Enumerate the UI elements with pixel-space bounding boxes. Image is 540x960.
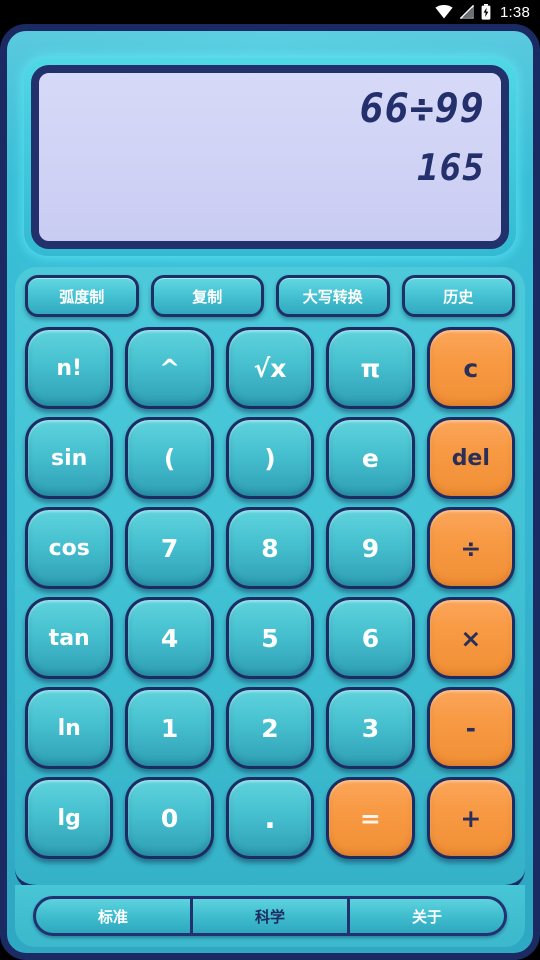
- key-grid: n! ^ √x π c sin() e del cos 7 8 9 ÷ tan 4 5 6 × ln 1 2 3- lg 0.…: [25, 327, 515, 859]
- key-clear[interactable]: c: [426, 327, 515, 409]
- tab-about[interactable]: 关于: [347, 899, 504, 933]
- key-digit-8[interactable]: 8: [225, 507, 315, 589]
- copy-button[interactable]: 复制: [150, 275, 264, 317]
- display-bezel: 66÷99 165: [24, 58, 516, 256]
- key-digit-9[interactable]: 9: [326, 507, 415, 589]
- tab-bar-container: 标准 科学 关于: [15, 885, 525, 947]
- key-digit-3[interactable]: 3: [326, 687, 415, 769]
- key-delete[interactable]: del: [426, 417, 515, 499]
- key-equals[interactable]: =: [326, 777, 415, 859]
- calculator-display[interactable]: 66÷99 165: [31, 65, 509, 249]
- key-ln[interactable]: ln: [25, 687, 114, 769]
- wifi-icon: [435, 5, 453, 19]
- key-multiply[interactable]: ×: [426, 597, 515, 679]
- status-bar: 1:38: [0, 0, 540, 24]
- key-digit-2[interactable]: 2: [225, 687, 315, 769]
- key-factorial[interactable]: n!: [25, 327, 114, 409]
- key-pi[interactable]: π: [326, 327, 415, 409]
- key-digit-5[interactable]: 5: [225, 597, 315, 679]
- calculator-frame: 66÷99 165 弧度制 复制 大写转换 历史 n! ^ √x π c sin() e del co…: [0, 24, 540, 960]
- tab-bar: 标准 科学 关于: [33, 896, 507, 936]
- history-button[interactable]: 历史: [401, 275, 515, 317]
- signal-icon: [460, 5, 474, 19]
- uppercase-convert-button[interactable]: 大写转换: [276, 275, 390, 317]
- key-sqrt[interactable]: √x: [225, 327, 315, 409]
- key-open-paren[interactable]: (: [125, 417, 214, 499]
- tab-standard[interactable]: 标准: [36, 899, 190, 933]
- key-digit-4[interactable]: 4: [125, 597, 214, 679]
- display-result: 165: [416, 148, 485, 189]
- status-clock: 1:38: [500, 3, 530, 21]
- key-digit-6[interactable]: 6: [326, 597, 415, 679]
- key-sin[interactable]: sin: [25, 417, 114, 499]
- display-expression: 66÷99: [359, 86, 485, 132]
- radian-mode-button[interactable]: 弧度制: [25, 275, 139, 317]
- key-add[interactable]: +: [426, 777, 515, 859]
- key-power[interactable]: ^: [125, 327, 214, 409]
- key-decimal[interactable]: .: [225, 777, 315, 859]
- key-tan[interactable]: tan: [25, 597, 114, 679]
- key-lg[interactable]: lg: [25, 777, 114, 859]
- key-digit-7[interactable]: 7: [125, 507, 214, 589]
- key-divide[interactable]: ÷: [426, 507, 515, 589]
- battery-charging-icon: [481, 4, 491, 20]
- utility-button-row: 弧度制 复制 大写转换 历史: [25, 275, 515, 317]
- key-subtract[interactable]: -: [426, 687, 515, 769]
- keypad-panel: 弧度制 复制 大写转换 历史 n! ^ √x π c sin() e del cos 7 8 9 ÷ tan 4 5…: [15, 267, 525, 891]
- key-close-paren[interactable]: ): [225, 417, 315, 499]
- key-euler[interactable]: e: [326, 417, 415, 499]
- key-cos[interactable]: cos: [25, 507, 114, 589]
- tab-scientific[interactable]: 科学: [190, 899, 347, 933]
- key-digit-1[interactable]: 1: [125, 687, 214, 769]
- key-digit-0[interactable]: 0: [125, 777, 214, 859]
